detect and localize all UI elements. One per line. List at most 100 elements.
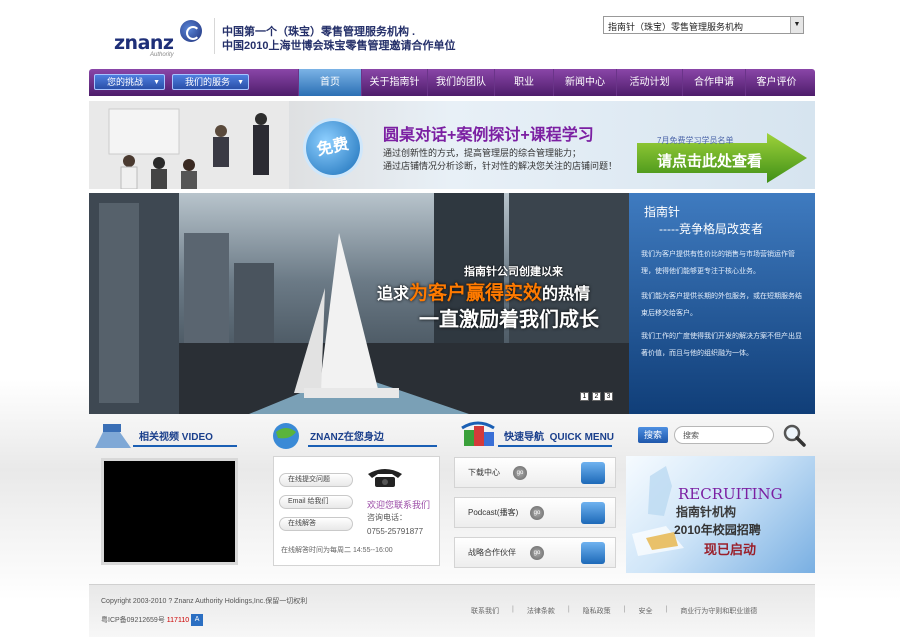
logo-wordmark: znanz [114, 32, 174, 54]
logo[interactable]: znanz Authority [114, 20, 206, 60]
video-section-title: 相关视频 VIDEO [139, 428, 213, 443]
footer-link-legal[interactable]: 法律条款 [527, 606, 555, 616]
recruit-launch: 现已启动 [704, 542, 757, 557]
hero-line-2: 追求为客户赢得实效的热情 [377, 278, 590, 305]
quick-item-partners[interactable]: 战略合作伙伴 go [454, 537, 616, 568]
intro-title: 指南针 [644, 205, 681, 219]
video-player[interactable] [101, 458, 238, 565]
nav-item-events[interactable]: 活动计划 [616, 69, 682, 96]
recruit-en-title: RECRUITING [678, 485, 783, 503]
globe-icon [273, 423, 299, 449]
footer-link-privacy[interactable]: 隐私政策 [583, 606, 611, 616]
dropdown-arrow-icon: ▼ [153, 79, 160, 86]
hero-slideshow[interactable]: 指南针公司创建以来 追求为客户赢得实效的热情 一直激励着我们成长 1 2 3 [89, 193, 629, 414]
hero-line-3: 一直激励着我们成长 [419, 309, 599, 331]
quick-item-downloads[interactable]: 下载中心 go [454, 457, 616, 488]
hero-line-2-pre: 追求 [377, 286, 410, 303]
footer-links: 联系我们 | 法律条款 | 隐私政策 | 安全 | 商业行为守则和职业道德 [471, 606, 757, 616]
section-underline [133, 445, 237, 447]
recruiting-banner[interactable]: RECRUITING 指南针机构 2010年校园招聘 现已启动 [626, 456, 815, 573]
intro-paragraph-1: 我们为客户提供有性价比的销售与市场营销运作管理，使得他们能够更专注于核心业务。 [641, 251, 795, 275]
quick-title-cn: 快速导航 [504, 432, 544, 443]
banner-cta-link[interactable]: 请点击此处查看 [657, 150, 762, 171]
play-icon [581, 502, 605, 524]
go-icon: go [530, 546, 544, 560]
download-icon [581, 462, 605, 484]
go-icon: go [513, 466, 527, 480]
nav-item-team[interactable]: 我们的团队 [427, 69, 494, 96]
intro-panel: 指南针 -----竞争格局改变者 我们为客户提供有性价比的销售与市场营销运作管理… [629, 193, 815, 414]
separator: | [665, 606, 668, 613]
magnifier-icon[interactable] [782, 423, 806, 447]
badge-icon[interactable]: A [191, 614, 204, 626]
intro-paragraph-3: 我们工作的广度使得我们开发的解决方案不但产出显著价值，而且与他的组织融为一体。 [641, 333, 802, 357]
hero-line-1: 指南针公司创建以来 [464, 266, 563, 278]
banner-small-note: 7月免费学习学员名单 [657, 136, 734, 145]
separator: | [512, 606, 514, 613]
nav-item-careers[interactable]: 职业 [494, 69, 553, 96]
email-us-button[interactable]: Email 给我们 [279, 495, 353, 509]
recruit-campus: 2010年校园招聘 [674, 523, 761, 537]
icp-text: 粤ICP备09212659号 117110 A [101, 614, 204, 626]
site-select[interactable]: 指南针（珠宝）零售管理服务机构 ▼ [603, 16, 804, 34]
search-button[interactable]: 搜索 [638, 427, 668, 443]
near-section-header: ZNANZ在您身边 [268, 418, 443, 454]
nav-item-testimonials[interactable]: 客户评价 [745, 69, 807, 96]
video-title-cn: 相关视频 [139, 432, 179, 443]
contact-welcome: 欢迎您联系我们 [367, 500, 431, 510]
nav-item-home[interactable]: 首页 [298, 69, 361, 96]
challenge-dropdown-button[interactable]: 您的挑战 ▼ [94, 74, 165, 90]
banner-line-2: 通过店铺情况分析诊断，针对性的解决您关注的店铺问题！ [383, 161, 618, 171]
quick-item-label: 下载中心 [468, 468, 500, 477]
services-label: 我们的服务 [185, 77, 231, 87]
slide-dot-2[interactable]: 2 [592, 392, 601, 401]
tel-label: 咨询电话： [367, 513, 407, 522]
people-icon [581, 542, 605, 564]
icp-number: 117110 [166, 616, 190, 624]
nav-item-about[interactable]: 关于指南针 [361, 69, 427, 96]
section-underline [498, 445, 612, 447]
quick-section-header: 快速导航 QUICK MENU [458, 418, 618, 454]
intro-subtitle: -----竞争格局改变者 [659, 222, 763, 236]
banner-headline: 圆桌对话+案例探讨+课程学习 [383, 127, 594, 144]
site-select-value: 指南针（珠宝）零售管理服务机构 [608, 22, 744, 32]
footer-link-conduct[interactable]: 商业行为守则和职业道德 [680, 606, 757, 616]
slide-dot-3[interactable]: 3 [604, 392, 613, 401]
banner-line-1: 通过创新性的方式，提高管理层的综合管理能力； [383, 148, 582, 158]
free-badge: 免费 [300, 115, 366, 181]
video-section-header: 相关视频 VIDEO [93, 418, 243, 454]
separator: | [623, 606, 626, 613]
logo-emblem-icon [180, 20, 202, 42]
slide-dot-1[interactable]: 1 [580, 392, 589, 401]
meeting-people-image [89, 101, 289, 189]
footer-link-security[interactable]: 安全 [638, 606, 652, 616]
header-divider [214, 18, 215, 54]
submit-question-button[interactable]: 在线提交问题 [279, 473, 353, 487]
video-projector-icon [95, 424, 131, 448]
online-hours: 在线解答时间为每周二 14:55--16:00 [281, 547, 393, 554]
nav-menu: 首页 关于指南针 我们的团队 职业 新闻中心 活动计划 合作申请 客户评价 [298, 69, 807, 96]
copyright-text: Copyright 2003-2010 ? Znanz Authority Ho… [101, 598, 308, 605]
dropdown-arrow-icon: ▼ [237, 79, 244, 86]
near-section-title: ZNANZ在您身边 [310, 432, 384, 443]
chevron-down-icon[interactable]: ▼ [790, 17, 803, 33]
video-title-en: VIDEO [181, 432, 213, 443]
quick-menu-icon [461, 421, 495, 446]
nav-item-news[interactable]: 新闻中心 [553, 69, 616, 96]
logo-subtext: Authority [150, 52, 174, 58]
recruit-org: 指南针机构 [676, 505, 737, 519]
promo-banner[interactable]: 免费 圆桌对话+案例探讨+课程学习 通过创新性的方式，提高管理层的综合管理能力；… [89, 101, 815, 189]
services-dropdown-button[interactable]: 我们的服务 ▼ [172, 74, 249, 90]
challenge-label: 您的挑战 [107, 77, 144, 87]
online-answer-button[interactable]: 在线解答 [279, 517, 353, 531]
hero-highlight: 为客户赢得实效 [409, 283, 543, 304]
intro-paragraph-2: 我们能为客户提供长期的外包服务，或在短期服务结束后移交给客户。 [641, 293, 802, 317]
nav-item-cooperation[interactable]: 合作申请 [682, 69, 745, 96]
separator: | [567, 606, 570, 613]
quick-item-label: 战略合作伙伴 [468, 548, 516, 557]
go-icon: go [530, 506, 544, 520]
tel-number: 0755-25791877 [367, 527, 424, 536]
footer-link-contact[interactable]: 联系我们 [471, 606, 499, 616]
search-input[interactable]: 搜索 [674, 426, 774, 444]
quick-item-podcast[interactable]: Podcast(播客) go [454, 497, 616, 528]
